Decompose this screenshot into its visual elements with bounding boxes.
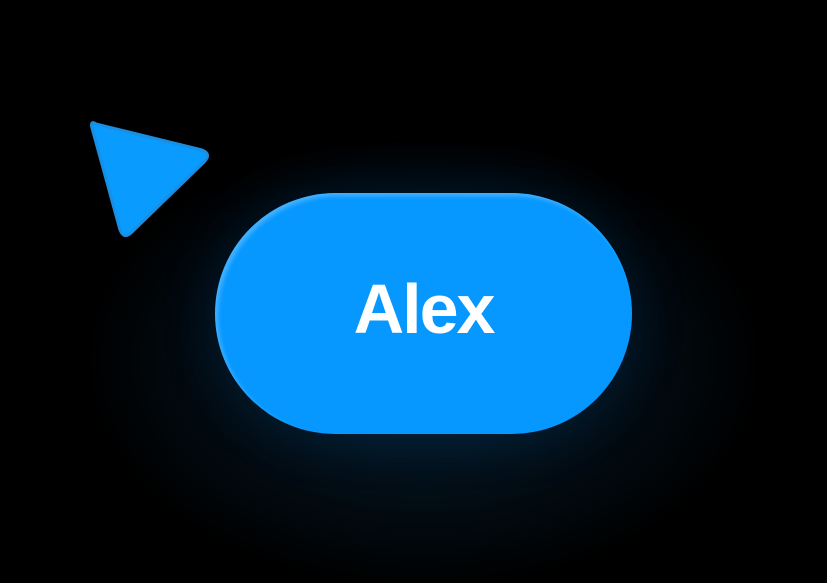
user-name-tag: Alex [215, 193, 632, 434]
user-name-label: Alex [353, 269, 496, 348]
cursor-arrow-icon [90, 121, 209, 237]
